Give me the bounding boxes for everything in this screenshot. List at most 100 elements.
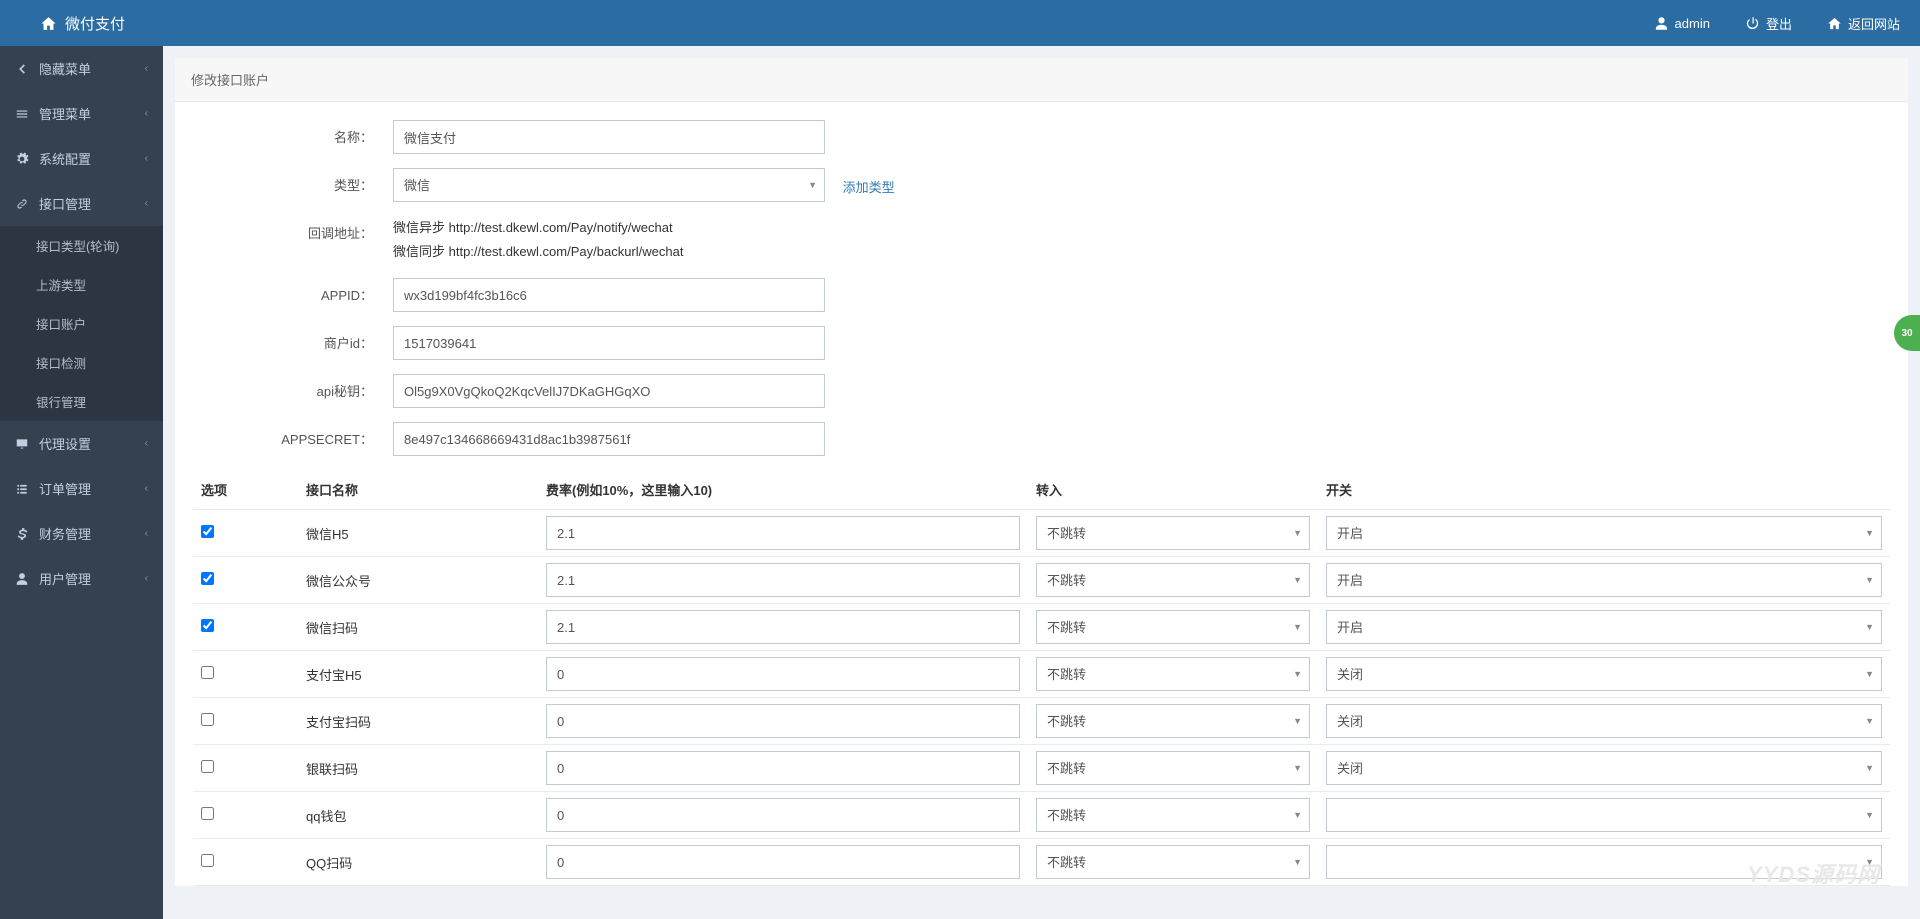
brand-label: 微付支付 [65, 13, 125, 34]
sidebar-item-finance[interactable]: 财务管理 ‹ [0, 511, 163, 556]
type-select[interactable]: 微信 [393, 168, 825, 202]
switch-select[interactable]: 关闭 [1326, 751, 1882, 785]
rate-input[interactable] [546, 751, 1020, 785]
transfer-select[interactable]: 不跳转 [1036, 704, 1310, 738]
table-row: 微信H5 不跳转▼ 开启▼ [193, 510, 1890, 557]
brand[interactable]: 微付支付 [40, 13, 125, 34]
row-checkbox[interactable] [201, 666, 214, 679]
row-name: qq钱包 [298, 792, 538, 839]
sidebar-label: 接口管理 [39, 194, 91, 213]
transfer-select[interactable]: 不跳转 [1036, 657, 1310, 691]
transfer-select[interactable]: 不跳转 [1036, 516, 1310, 550]
sidebar-item-agent[interactable]: 代理设置 ‹ [0, 421, 163, 466]
user-icon [15, 572, 29, 586]
table-row: 支付宝扫码 不跳转▼ 关闭▼ [193, 698, 1890, 745]
row-name: 微信公众号 [298, 557, 538, 604]
transfer-select[interactable]: 不跳转 [1036, 610, 1310, 644]
menu-icon [15, 107, 29, 121]
switch-select[interactable]: 开启 [1326, 610, 1882, 644]
rate-input[interactable] [546, 798, 1020, 832]
name-input[interactable] [393, 120, 825, 154]
back-site-link[interactable]: 返回网站 [1827, 14, 1900, 33]
sidebar-label: 订单管理 [39, 479, 91, 498]
row-checkbox[interactable] [201, 760, 214, 773]
sidebar-label: 代理设置 [39, 434, 91, 453]
user-label: admin [1675, 16, 1710, 31]
row-checkbox[interactable] [201, 619, 214, 632]
row-name: 支付宝扫码 [298, 698, 538, 745]
logout-link[interactable]: 登出 [1745, 14, 1792, 33]
sidebar-item-manage[interactable]: 管理菜单 ‹ [0, 91, 163, 136]
chevron-icon: ‹ [145, 438, 148, 449]
table-row: 微信扫码 不跳转▼ 开启▼ [193, 604, 1890, 651]
sub-item-bank-manage[interactable]: 银行管理 [0, 382, 163, 421]
switch-select[interactable] [1326, 845, 1882, 879]
appid-input[interactable] [393, 278, 825, 312]
sidebar-item-order[interactable]: 订单管理 ‹ [0, 466, 163, 511]
rate-input[interactable] [546, 845, 1020, 879]
callback-label: 回调地址： [193, 216, 393, 264]
chevron-icon: ‹ [145, 153, 148, 164]
power-icon [1745, 16, 1760, 31]
panel: 修改接口账户 名称： 类型： 微信 ▼ 添加类型 [175, 58, 1908, 886]
th-transfer: 转入 [1028, 470, 1318, 510]
row-checkbox[interactable] [201, 525, 214, 538]
sidebar-item-interface[interactable]: 接口管理 ‹ [0, 181, 163, 226]
row-checkbox[interactable] [201, 854, 214, 867]
transfer-select[interactable]: 不跳转 [1036, 751, 1310, 785]
dollar-icon [15, 527, 29, 541]
home-icon [1827, 16, 1842, 31]
rate-input[interactable] [546, 657, 1020, 691]
screen-icon [15, 437, 29, 451]
appsecret-input[interactable] [393, 422, 825, 456]
row-name: 微信H5 [298, 510, 538, 557]
row-checkbox[interactable] [201, 807, 214, 820]
top-header: 微付支付 admin 登出 返回网站 [0, 0, 1920, 46]
appsecret-label: APPSECRET： [193, 422, 393, 456]
th-switch: 开关 [1318, 470, 1890, 510]
user-menu[interactable]: admin [1654, 14, 1710, 33]
switch-select[interactable]: 开启 [1326, 516, 1882, 550]
transfer-select[interactable]: 不跳转 [1036, 798, 1310, 832]
panel-title: 修改接口账户 [175, 58, 1908, 102]
chevron-icon: ‹ [145, 528, 148, 539]
user-icon [1654, 16, 1669, 31]
link-icon [15, 197, 29, 211]
sidebar-label: 隐藏菜单 [39, 59, 91, 78]
rate-input[interactable] [546, 704, 1020, 738]
switch-select[interactable]: 开启 [1326, 563, 1882, 597]
callback-sync-text: 微信同步 http://test.dkewl.com/Pay/backurl/w… [393, 240, 1890, 264]
sidebar-item-hide[interactable]: 隐藏菜单 ‹ [0, 46, 163, 91]
main-content: 修改接口账户 名称： 类型： 微信 ▼ 添加类型 [163, 46, 1920, 919]
switch-select[interactable]: 关闭 [1326, 704, 1882, 738]
add-type-link[interactable]: 添加类型 [843, 180, 895, 195]
row-checkbox[interactable] [201, 572, 214, 585]
sub-item-interface-check[interactable]: 接口检测 [0, 343, 163, 382]
sub-item-upstream-type[interactable]: 上游类型 [0, 265, 163, 304]
row-checkbox[interactable] [201, 713, 214, 726]
row-name: 支付宝H5 [298, 651, 538, 698]
sub-item-interface-account[interactable]: 接口账户 [0, 304, 163, 343]
rate-input[interactable] [546, 563, 1020, 597]
back-site-label: 返回网站 [1848, 14, 1900, 33]
sidebar-item-system[interactable]: 系统配置 ‹ [0, 136, 163, 181]
name-label: 名称： [193, 120, 393, 154]
mchid-input[interactable] [393, 326, 825, 360]
apikey-label: api秘钥： [193, 374, 393, 408]
switch-select[interactable]: 关闭 [1326, 657, 1882, 691]
transfer-select[interactable]: 不跳转 [1036, 845, 1310, 879]
table-row: 银联扫码 不跳转▼ 关闭▼ [193, 745, 1890, 792]
table-row: QQ扫码 不跳转▼ ▼ [193, 839, 1890, 886]
rate-input[interactable] [546, 516, 1020, 550]
transfer-select[interactable]: 不跳转 [1036, 563, 1310, 597]
chevron-icon: ‹ [145, 573, 148, 584]
rate-input[interactable] [546, 610, 1020, 644]
gear-icon [15, 152, 29, 166]
sub-item-interface-type[interactable]: 接口类型(轮询) [0, 226, 163, 265]
switch-select[interactable] [1326, 798, 1882, 832]
sidebar-label: 财务管理 [39, 524, 91, 543]
sidebar-item-user[interactable]: 用户管理 ‹ [0, 556, 163, 601]
chevron-icon: ‹ [145, 108, 148, 119]
interface-table: 选项 接口名称 费率(例如10%，这里输入10) 转入 开关 微信H5 不跳转▼… [193, 470, 1890, 886]
apikey-input[interactable] [393, 374, 825, 408]
